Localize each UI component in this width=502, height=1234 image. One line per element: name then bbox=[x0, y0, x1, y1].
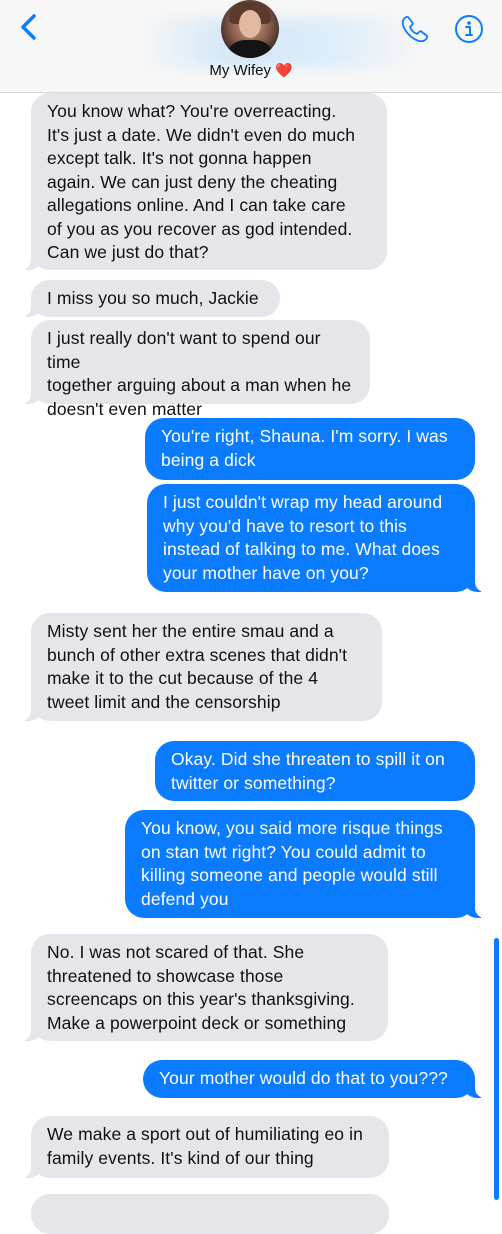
phone-icon[interactable] bbox=[398, 12, 432, 46]
message-bubble-received[interactable]: You know what? You're overreacting. It's… bbox=[19, 93, 387, 270]
message-bubble-sent[interactable]: I just couldn't wrap my head around why … bbox=[147, 484, 487, 592]
header-blur bbox=[140, 18, 420, 68]
message-bubble-sent[interactable]: You know, you said more risque things on… bbox=[125, 810, 487, 918]
message-bubble-received[interactable]: No. I was not scared of that. She threat… bbox=[19, 934, 388, 1041]
message-bubble-received[interactable]: I miss you so much, Jackie bbox=[19, 280, 280, 317]
message-bubble-sent[interactable]: Okay. Did she threaten to spill it on tw… bbox=[155, 741, 475, 801]
conversation-header: My Wifey ❤️ bbox=[0, 0, 502, 93]
scrollbar[interactable] bbox=[494, 938, 499, 1200]
message-bubble-sent[interactable]: You're right, Shauna. I'm sorry. I was b… bbox=[145, 418, 475, 480]
message-thread[interactable]: You know what? You're overreacting. It's… bbox=[0, 0, 502, 1234]
message-bubble-sent[interactable]: Your mother would do that to you??? bbox=[143, 1060, 487, 1098]
info-icon[interactable] bbox=[454, 14, 484, 44]
heart-emoji-icon: ❤️ bbox=[275, 62, 293, 78]
avatar[interactable] bbox=[221, 0, 279, 58]
message-bubble-received[interactable]: Misty sent her the entire smau and a bun… bbox=[19, 613, 382, 721]
message-bubble-received[interactable] bbox=[31, 1194, 389, 1234]
message-bubble-received[interactable]: I just really don't want to spend our ti… bbox=[19, 320, 370, 419]
chevron-left-icon[interactable] bbox=[14, 10, 44, 44]
contact-name-label: My Wifey bbox=[209, 62, 272, 79]
message-bubble-received[interactable]: We make a sport out of humiliating eo in… bbox=[19, 1116, 389, 1178]
contact-name[interactable]: My Wifey ❤️ bbox=[0, 62, 502, 79]
